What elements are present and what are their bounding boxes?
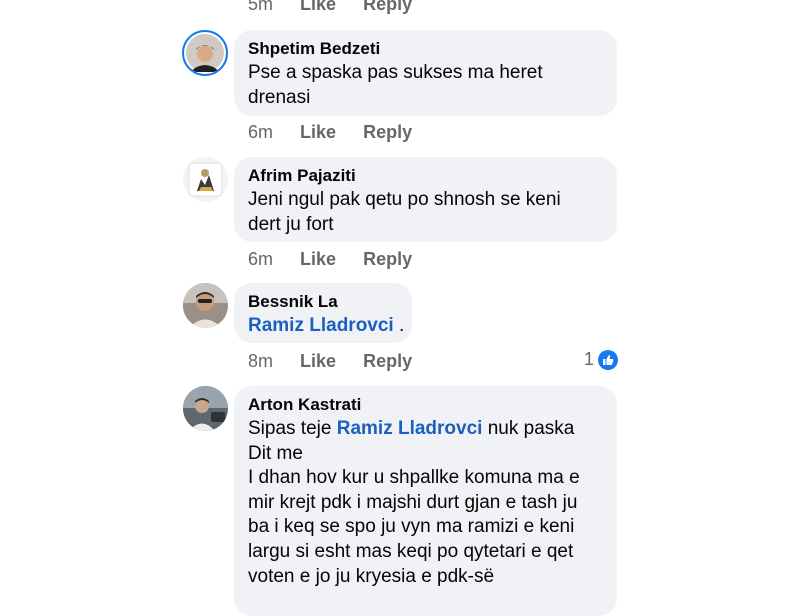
comment-time: 5m [248,0,274,14]
comment-author[interactable]: Arton Kastrati [248,395,361,415]
reply-button[interactable]: Reply [363,249,412,270]
comment-text-line: Jeni ngul pak qetu po shnosh se keni [248,189,561,210]
avatar[interactable] [183,283,228,328]
like-button[interactable]: Like [300,249,336,270]
avatar[interactable] [183,386,228,431]
avatar[interactable] [183,157,228,202]
comment-text: nuk paska [482,418,575,439]
mention-link[interactable]: Ramiz Lladrovci [337,418,483,439]
reaction-count[interactable]: 1 [584,349,594,370]
comment-text-line: Sipas teje Ramiz Lladrovci nuk paska [248,417,574,442]
avatar[interactable] [182,30,228,76]
avatar-photo-icon [183,157,228,202]
comment-text-line: Dit me [248,442,303,464]
comment-author[interactable]: Bessnik La [248,292,338,312]
comment-actions: 5m Like Reply [248,0,412,15]
like-reaction-icon[interactable] [598,350,618,370]
comment-author[interactable]: Afrim Pajaziti [248,166,356,186]
thumbs-up-icon [603,355,614,365]
reply-button[interactable]: Reply [363,351,412,372]
comment-text: . [393,315,405,336]
comment-text-line: Pse a spaska pas sukses ma heret [248,62,543,83]
comment-text-line: drenasi [248,86,311,108]
mention-link[interactable]: Ramiz Lladrovci [248,315,394,336]
comment-bubble: Arton Kastrati Sipas teje Ramiz Lladrovc… [234,386,617,616]
comment-bubble: Afrim Pajaziti Jeni ngul pak qetu po shn… [234,157,617,242]
comment-author[interactable]: Shpetim Bedzeti [248,39,380,59]
comment-bubble: Bessnik La Ramiz Lladrovci . [234,283,412,343]
comment-text-line: I dhan hov kur u shpallke komuna ma e [248,467,580,489]
comment-text: Sipas teje [248,418,337,439]
like-button[interactable]: Like [300,351,336,372]
comment-actions: 6m Like Reply [248,249,412,270]
comment-time: 8m [248,351,274,371]
comment-actions: 8m Like Reply [248,351,412,372]
comment-text-line: dert ju fort [248,213,334,235]
comment-text-line: largu si esht mas keqi po qytetari e qet [248,541,574,562]
avatar-photo-icon [183,283,228,328]
reply-button[interactable]: Reply [363,0,412,15]
comment-text-line: voten e jo ju kryesia e pdk-së [248,565,495,587]
comment-text-line: mir krejt pdk i majshi durt gjan e tash … [248,491,578,513]
comment-text-line: Ramiz Lladrovci . [248,314,404,339]
comment-actions: 6m Like Reply [248,122,412,143]
avatar-photo-icon [183,386,228,431]
comment-time: 6m [248,122,274,142]
like-button[interactable]: Like [300,0,336,15]
avatar-photo-icon [186,34,224,72]
comment-text-line: ba i keq se spo ju vyn ma ramizi e keni [248,516,575,538]
comment-bubble: Shpetim Bedzeti Pse a spaska pas sukses … [234,30,617,116]
comment-time: 6m [248,249,274,269]
reply-button[interactable]: Reply [363,122,412,143]
like-button[interactable]: Like [300,122,336,143]
